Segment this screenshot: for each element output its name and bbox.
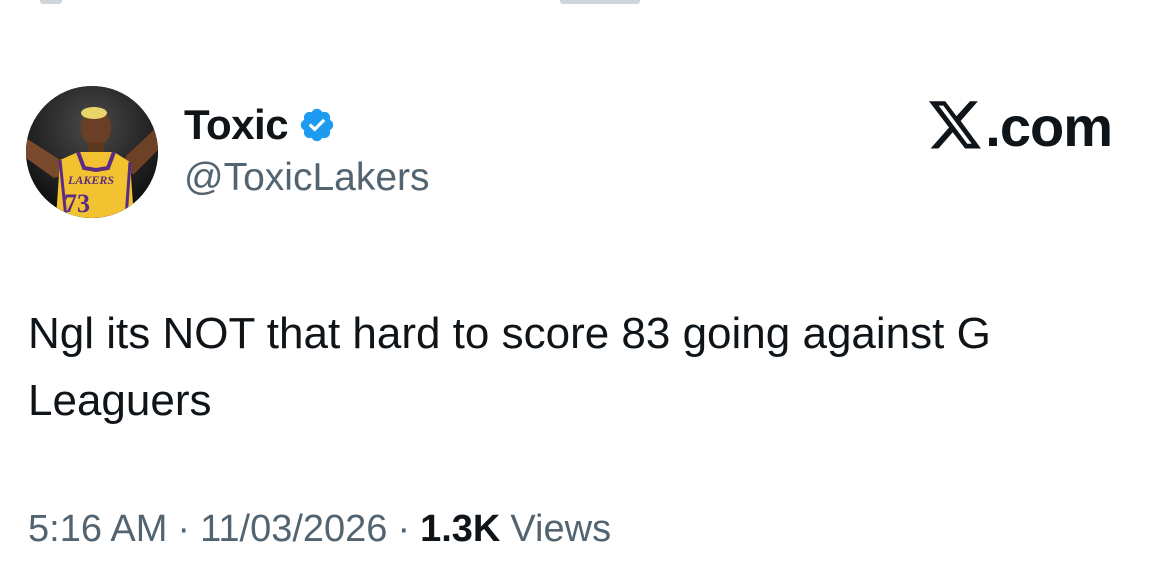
- svg-text:73: 73: [64, 189, 90, 218]
- author-name-row: Toxic: [184, 100, 336, 150]
- x-com-watermark: .com: [929, 94, 1113, 158]
- cropped-back-icon: [40, 0, 62, 4]
- svg-text:LAKERS: LAKERS: [67, 173, 114, 187]
- x-com-label: .com: [985, 94, 1113, 158]
- meta-separator: ·: [177, 508, 191, 550]
- views-label[interactable]: Views: [510, 508, 611, 551]
- cropped-header-glyphs: [560, 0, 640, 4]
- x-logo-icon: [929, 101, 983, 151]
- avatar[interactable]: LAKERS 73: [26, 86, 158, 218]
- tweet-date[interactable]: 11/03/2026: [200, 508, 387, 551]
- verified-badge-icon: [298, 106, 336, 144]
- tweet-text: Ngl its NOT that hard to score 83 going …: [28, 309, 991, 425]
- player-avatar-image: LAKERS 73: [26, 86, 158, 218]
- views-count[interactable]: 1.3K: [420, 508, 500, 551]
- tweet-meta: 5:16 AM · 11/03/2026 · 1.3K Views: [28, 508, 611, 551]
- cropped-top-edge: [0, 0, 1170, 8]
- tweet-time[interactable]: 5:16 AM: [28, 508, 167, 551]
- meta-separator: ·: [397, 508, 411, 550]
- user-handle[interactable]: @ToxicLakers: [184, 156, 430, 200]
- display-name[interactable]: Toxic: [184, 101, 289, 149]
